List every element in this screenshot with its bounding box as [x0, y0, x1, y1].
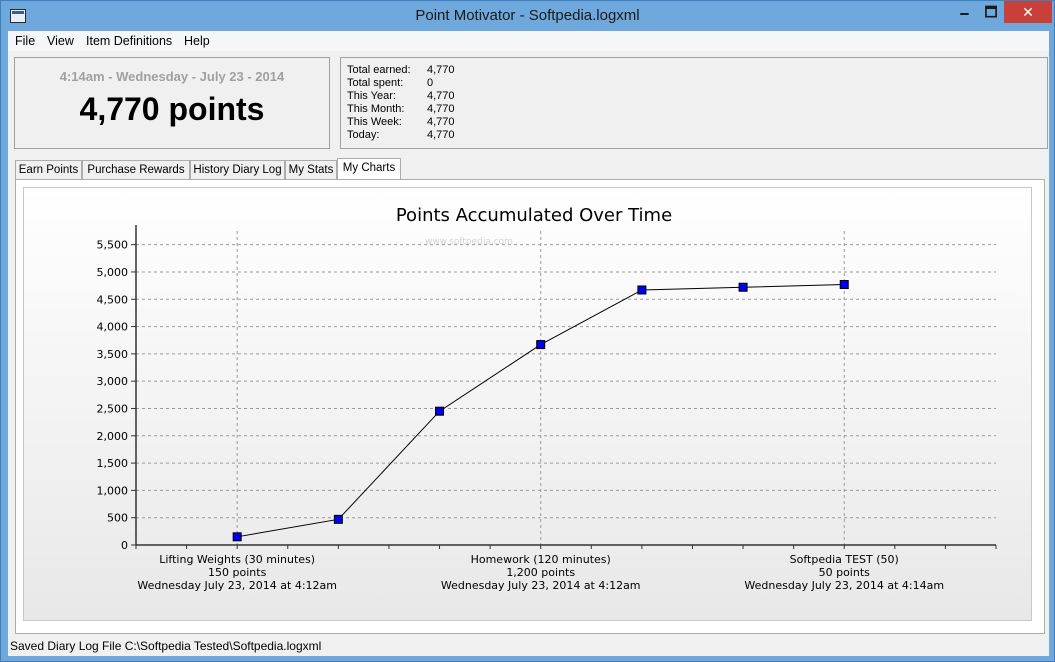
y-tick-label: 4,000: [97, 321, 129, 334]
stat-label: This Month:: [347, 103, 405, 115]
y-tick-label: 1,000: [97, 484, 129, 497]
menu-help[interactable]: Help: [184, 34, 210, 48]
stat-value: 4,770: [427, 129, 455, 141]
y-tick-label: 5,500: [97, 239, 129, 252]
axes: [131, 225, 997, 549]
data-point: [536, 340, 546, 350]
stat-value: 4,770: [427, 90, 455, 102]
y-tick-label: 2,500: [97, 402, 129, 415]
x-tick-label: Wednesday July 23, 2014 at 4:12am: [441, 579, 641, 592]
stat-value: 4,770: [427, 116, 455, 128]
maximize-button[interactable]: 🗖: [978, 1, 1004, 23]
x-tick-label: Wednesday July 23, 2014 at 4:14am: [744, 579, 944, 592]
title-bar[interactable]: Point Motivator - Softpedia.logxml 🗕 🗖 ✕: [1, 1, 1054, 31]
points-chart: Points Accumulated Over Time www.softped…: [97, 205, 997, 592]
tab-my-charts[interactable]: My Charts: [337, 158, 401, 180]
y-tick-label: 5,000: [97, 266, 129, 279]
x-tick-label: Wednesday July 23, 2014 at 4:12am: [137, 579, 337, 592]
status-bar: Saved Diary Log File C:\Softpedia Tested…: [8, 636, 1049, 656]
stat-label: Total earned:: [347, 64, 411, 76]
stat-value: 4,770: [427, 103, 455, 115]
stats-panel: Total earned: 4,770 Total spent: 0 This …: [340, 57, 1048, 149]
chart-tab-page: Points Accumulated Over Time www.softped…: [15, 179, 1045, 634]
data-point: [435, 406, 445, 416]
data-point: [333, 514, 343, 524]
status-text: Saved Diary Log File C:\Softpedia Tested…: [10, 639, 322, 653]
tab-my-stats[interactable]: My Stats: [285, 160, 337, 179]
x-tick-label: Lifting Weights (30 minutes): [159, 553, 315, 566]
x-tick-label: Softpedia TEST (50): [790, 553, 899, 566]
x-tick-label: 1,200 points: [506, 566, 575, 579]
watermark: www.softpedia.com: [425, 237, 513, 247]
stat-label: This Week:: [347, 116, 402, 128]
y-tick-label: 0: [121, 539, 128, 552]
tab-strip: Earn Points Purchase Rewards History Dia…: [15, 158, 1045, 180]
y-tick-label: 4,500: [97, 293, 129, 306]
y-tick-labels: 0 500 1,000 1,500 2,000 2,500 3,000 3,500 4,000 4…: [97, 239, 129, 552]
y-tick-label: 1,500: [97, 457, 129, 470]
chart-title: Points Accumulated Over Time: [396, 205, 672, 226]
data-point: [839, 280, 849, 290]
stat-label: Total spent:: [347, 77, 404, 89]
y-tick-label: 500: [107, 512, 128, 525]
y-tick-label: 3,000: [97, 375, 129, 388]
points-total: 4,770 points: [79, 91, 265, 127]
data-point: [637, 285, 647, 295]
menu-bar: File View Item Definitions Help: [8, 31, 1049, 51]
tab-purchase-rewards[interactable]: Purchase Rewards: [82, 160, 190, 179]
stat-label: Today:: [347, 129, 380, 141]
minimize-button[interactable]: 🗕: [951, 1, 978, 23]
x-tick-label: 50 points: [819, 566, 871, 579]
window-title: Point Motivator - Softpedia.logxml: [415, 7, 640, 24]
stat-value: 4,770: [427, 64, 455, 76]
data-point: [232, 532, 242, 542]
tab-history-diary-log[interactable]: History Diary Log: [190, 160, 285, 179]
y-tick-label: 3,500: [97, 348, 129, 361]
menu-view[interactable]: View: [47, 34, 74, 48]
menu-file[interactable]: File: [15, 34, 35, 48]
close-button[interactable]: ✕: [1004, 1, 1052, 23]
summary-panel: 4:14am - Wednesday - July 23 - 2014 4,77…: [14, 57, 330, 149]
stat-value: 0: [427, 77, 434, 89]
data-point: [738, 282, 748, 292]
app-window: Point Motivator - Softpedia.logxml 🗕 🗖 ✕…: [0, 0, 1055, 662]
x-tick-label: 150 points: [208, 566, 267, 579]
y-tick-label: 2,000: [97, 430, 129, 443]
chart-area: Points Accumulated Over Time www.softped…: [23, 187, 1032, 621]
stat-label: This Year:: [347, 90, 396, 102]
menu-item-definitions[interactable]: Item Definitions: [86, 34, 172, 48]
grid-lines: [136, 231, 996, 545]
x-tick-labels: Lifting Weights (30 minutes)150 pointsWe…: [137, 553, 944, 592]
datetime-label: 4:14am - Wednesday - July 23 - 2014: [59, 69, 285, 84]
client-area: File View Item Definitions Help 4:14am -…: [8, 31, 1049, 656]
x-tick-label: Homework (120 minutes): [471, 553, 611, 566]
tab-earn-points[interactable]: Earn Points: [15, 160, 82, 179]
